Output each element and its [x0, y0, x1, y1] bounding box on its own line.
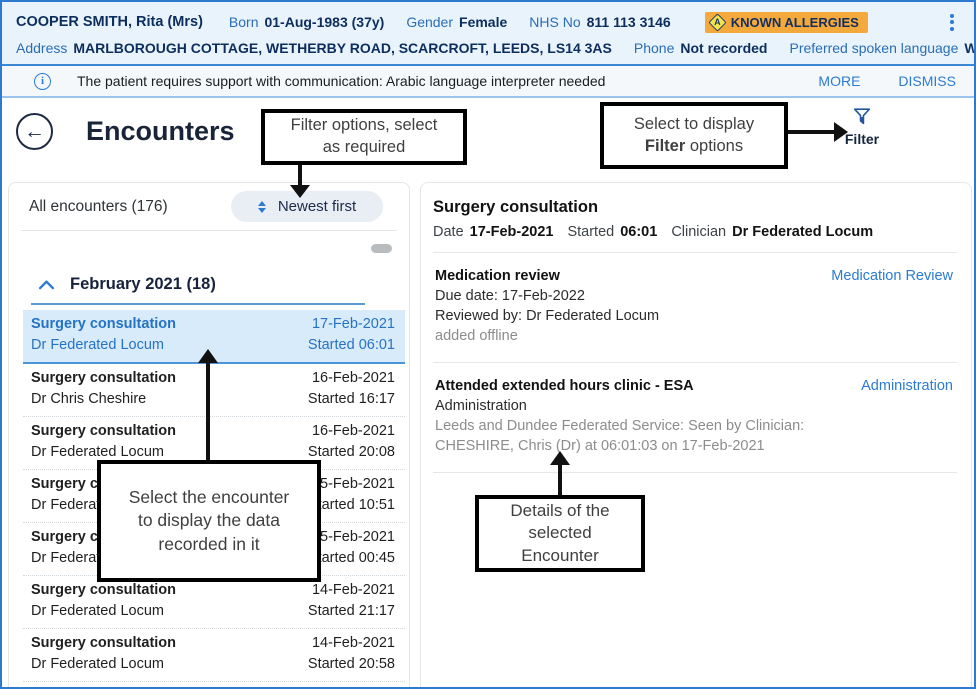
list-panel-header: All encounters (176) Newest first: [9, 183, 409, 230]
gender-label: Gender: [406, 14, 453, 30]
allergy-warning-icon: A: [708, 13, 726, 31]
entry-muted-line: Leeds and Dundee Federated Service: Seen…: [435, 416, 955, 436]
known-allergies-label: KNOWN ALLERGIES: [731, 15, 859, 30]
encounter-row[interactable]: Surgery consultation14-Feb-2021 Dr Feder…: [23, 576, 405, 629]
entry-line: Administration: [435, 396, 955, 416]
entry-muted-line: added offline: [435, 326, 955, 346]
born-label: Born: [229, 14, 259, 30]
clinician-label: Clinician: [671, 224, 726, 240]
started-value: 06:01: [620, 224, 657, 240]
callout-details-of-selected: Details of the selected Encounter: [475, 495, 645, 572]
arrow-down-to-sort-pill: [298, 162, 302, 185]
arrow-right-to-filter: [788, 130, 835, 134]
month-group-underline: [31, 303, 365, 305]
known-allergies-badge[interactable]: A KNOWN ALLERGIES: [705, 12, 868, 33]
back-arrow-icon: ←: [24, 120, 45, 144]
arrow-right-head: [834, 122, 848, 142]
page-title: Encounters: [86, 116, 235, 147]
kebab-menu-icon[interactable]: [944, 11, 960, 34]
patient-banner: COOPER SMITH, Rita (Mrs) Born 01-Aug-198…: [2, 2, 974, 66]
back-button[interactable]: ←: [16, 113, 53, 150]
detail-title: Surgery consultation: [433, 198, 957, 217]
date-value: 17-Feb-2021: [470, 224, 554, 240]
language-value: Welsh: [964, 40, 976, 56]
more-link[interactable]: MORE: [818, 73, 860, 89]
all-encounters-count: All encounters (176): [29, 198, 168, 216]
dismiss-link[interactable]: DISMISS: [898, 73, 956, 89]
detail-meta: Date 17-Feb-2021 Started 06:01 Clinician Dr F…: [433, 224, 957, 240]
entry-line: Reviewed by: Dr Federated Locum: [435, 306, 955, 326]
entry-line: Due date: 17-Feb-2022: [435, 286, 955, 306]
scrollbar-thumb[interactable]: [371, 244, 392, 253]
encounter-row[interactable]: Surgery consultation14-Feb-2021: [23, 682, 405, 689]
encounter-row[interactable]: Surgery consultation16-Feb-2021 Dr Chris…: [23, 364, 405, 417]
nhs-number-value: 811 113 3146: [587, 14, 671, 30]
info-icon: i: [34, 73, 51, 90]
entry-muted-line: CHESHIRE, Chris (Dr) at 06:01:03 on 17-F…: [435, 436, 955, 456]
address-label: Address: [16, 40, 67, 56]
callout-select-the-encounter: Select the encounter to display the data…: [97, 460, 321, 582]
language-label: Preferred spoken language: [789, 40, 958, 56]
clinician-value: Dr Federated Locum: [732, 224, 873, 240]
patient-banner-row-1: COOPER SMITH, Rita (Mrs) Born 01-Aug-198…: [16, 9, 960, 35]
chevron-up-icon: [38, 278, 55, 291]
callout-select-to-display-filter: Select to display Filter options: [600, 102, 788, 169]
arrow-down-head: [290, 185, 310, 198]
detail-entry-medication-review: Medication review Due date: 17-Feb-2022 …: [433, 253, 957, 362]
encounters-screen: COOPER SMITH, Rita (Mrs) Born 01-Aug-198…: [0, 0, 976, 689]
gender-value: Female: [459, 14, 507, 30]
born-value: 01-Aug-1983 (37y): [264, 14, 384, 30]
sort-order-label: Newest first: [278, 198, 356, 215]
category-link-administration[interactable]: Administration: [861, 376, 953, 396]
nhs-number-label: NHS No: [529, 14, 580, 30]
date-label: Date: [433, 224, 464, 240]
started-label: Started: [567, 224, 614, 240]
arrow-up-head-to-selected-row: [198, 349, 218, 363]
patient-banner-row-2: Address MARLBOROUGH COTTAGE, WETHERBY RO…: [16, 35, 960, 61]
filter-funnel-icon: [851, 105, 873, 128]
category-link-medication-review[interactable]: Medication Review: [831, 266, 953, 286]
alert-message: The patient requires support with commun…: [77, 73, 605, 89]
encounter-detail-panel: Surgery consultation Date 17-Feb-2021 Star…: [420, 182, 972, 689]
phone-value: Not recorded: [680, 40, 767, 56]
phone-label: Phone: [634, 40, 674, 56]
communication-alert-bar: i The patient requires support with comm…: [2, 66, 974, 98]
sort-arrows-icon: [258, 201, 266, 213]
arrow-up-head-to-details: [550, 451, 570, 465]
address-value: MARLBOROUGH COTTAGE, WETHERBY ROAD, SCAR…: [73, 40, 612, 56]
patient-name: COOPER SMITH, Rita (Mrs): [16, 14, 203, 30]
arrow-up-to-details: [558, 464, 562, 495]
arrow-up-to-selected-row: [206, 362, 210, 460]
list-header-divider: [21, 230, 397, 231]
detail-divider: [433, 472, 957, 473]
month-group-header[interactable]: February 2021 (18): [38, 275, 409, 294]
encounter-row[interactable]: Surgery consultation14-Feb-2021 Dr Feder…: [23, 629, 405, 682]
detail-entry-extended-hours-clinic: Attended extended hours clinic - ESA Adm…: [433, 363, 957, 472]
callout-filter-options: Filter options, select as required: [261, 109, 467, 165]
month-group-label: February 2021 (18): [70, 275, 216, 294]
